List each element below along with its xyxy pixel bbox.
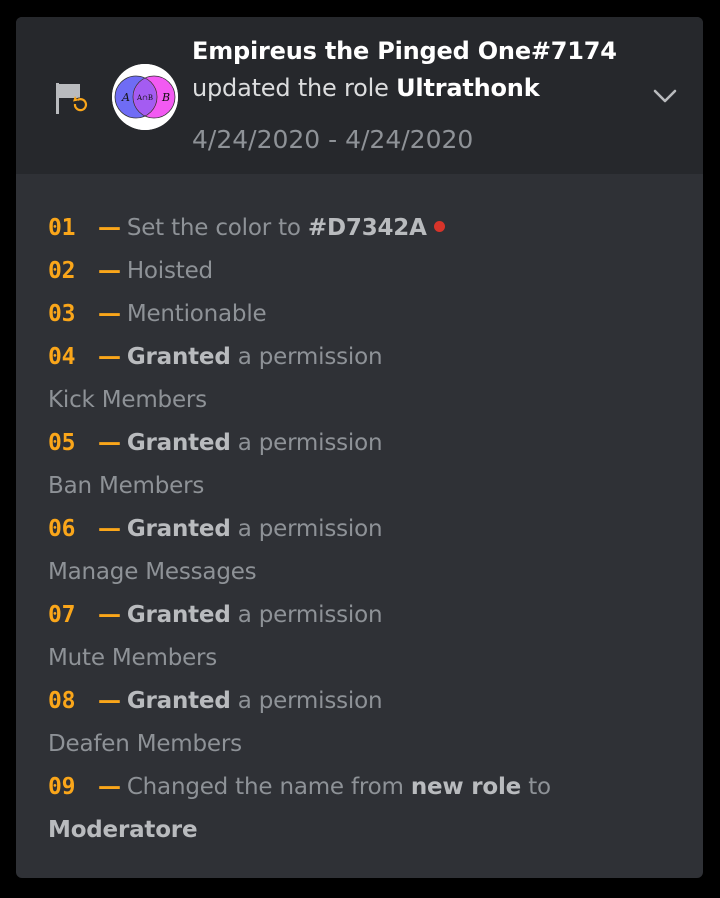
change-text: a permission	[237, 344, 383, 370]
change-number: 08	[48, 688, 76, 714]
action-description: updated the role Ultrathonk	[192, 74, 540, 102]
target-role[interactable]: Ultrathonk	[396, 74, 540, 102]
change-text: a permission	[237, 430, 383, 456]
change-number: 09	[48, 774, 76, 800]
date-range: 4/24/2020 - 4/24/2020	[192, 125, 474, 154]
change-text: a permission	[237, 602, 383, 628]
change-dash: —	[98, 430, 121, 456]
audit-log-entry[interactable]: A B A∩B Empireus the Pinged One#7174 upd…	[16, 17, 703, 878]
permission-name: Mute Members	[48, 645, 218, 671]
change-verb: Granted	[126, 430, 231, 456]
change-item: 06 — Granted a permission	[48, 508, 678, 551]
change-dash: —	[98, 516, 121, 542]
change-verb: Granted	[126, 516, 231, 542]
change-dash: —	[98, 258, 121, 284]
change-item: 07 — Granted a permission	[48, 594, 678, 637]
change-text: a permission	[237, 516, 383, 542]
change-item: 09 — Changed the name from new role to	[48, 766, 678, 809]
change-text: Hoisted	[126, 258, 213, 284]
flag-update-icon	[56, 83, 88, 114]
change-item: 01 — Set the color to #D7342A	[48, 207, 678, 250]
venn-label-b: B	[161, 91, 170, 104]
change-number: 03	[48, 301, 76, 327]
change-dash: —	[98, 688, 121, 714]
new-name: Moderatore	[48, 817, 198, 843]
change-item: 08 — Granted a permission	[48, 680, 678, 723]
change-continuation: Moderatore	[48, 809, 678, 852]
username[interactable]: Empireus the Pinged One#7174	[192, 37, 617, 65]
permission-name: Manage Messages	[48, 559, 257, 585]
venn-label-ab: A∩B	[136, 94, 153, 102]
change-item: 04 — Granted a permission	[48, 336, 678, 379]
change-text: a permission	[237, 688, 383, 714]
name-joiner: to	[528, 774, 551, 800]
change-number: 02	[48, 258, 76, 284]
old-name: new role	[410, 774, 522, 800]
change-text: Changed the name from	[126, 774, 404, 800]
change-dash: —	[98, 301, 121, 327]
change-dash: —	[98, 774, 121, 800]
change-dash: —	[98, 344, 121, 370]
change-text: Mentionable	[126, 301, 267, 327]
permission-name: Ban Members	[48, 473, 205, 499]
change-dash: —	[98, 602, 121, 628]
permission-name: Kick Members	[48, 387, 207, 413]
change-list: 01— Set the color to #D7342A 02— Hoisted 0…	[48, 207, 678, 852]
color-swatch	[433, 221, 445, 232]
change-number: 06	[48, 516, 76, 542]
change-verb: Granted	[126, 344, 231, 370]
action-prefix: updated the role	[192, 74, 389, 102]
change-item: 02 — Hoisted	[48, 250, 678, 293]
change-item: 05 — Granted a permission	[48, 422, 678, 465]
change-number: 01	[48, 215, 76, 241]
change-number: 07	[48, 602, 76, 628]
change-number: 05	[48, 430, 76, 456]
change-number: 04	[48, 344, 76, 370]
permission-name: Deafen Members	[48, 731, 242, 757]
chevron-down-icon[interactable]	[650, 84, 680, 108]
venn-label-a: A	[121, 91, 130, 104]
venn-diagram-avatar: A B A∩B	[112, 64, 178, 130]
change-dash: —	[98, 215, 121, 241]
avatar[interactable]: A B A∩B	[112, 64, 178, 130]
change-item: 03 — Mentionable	[48, 293, 678, 336]
change-verb: Granted	[126, 602, 231, 628]
change-verb: Granted	[126, 688, 231, 714]
audit-log-header[interactable]: A B A∩B Empireus the Pinged One#7174 upd…	[16, 17, 703, 174]
change-text: Set the color to	[126, 215, 301, 241]
color-value: #D7342A	[307, 215, 427, 241]
